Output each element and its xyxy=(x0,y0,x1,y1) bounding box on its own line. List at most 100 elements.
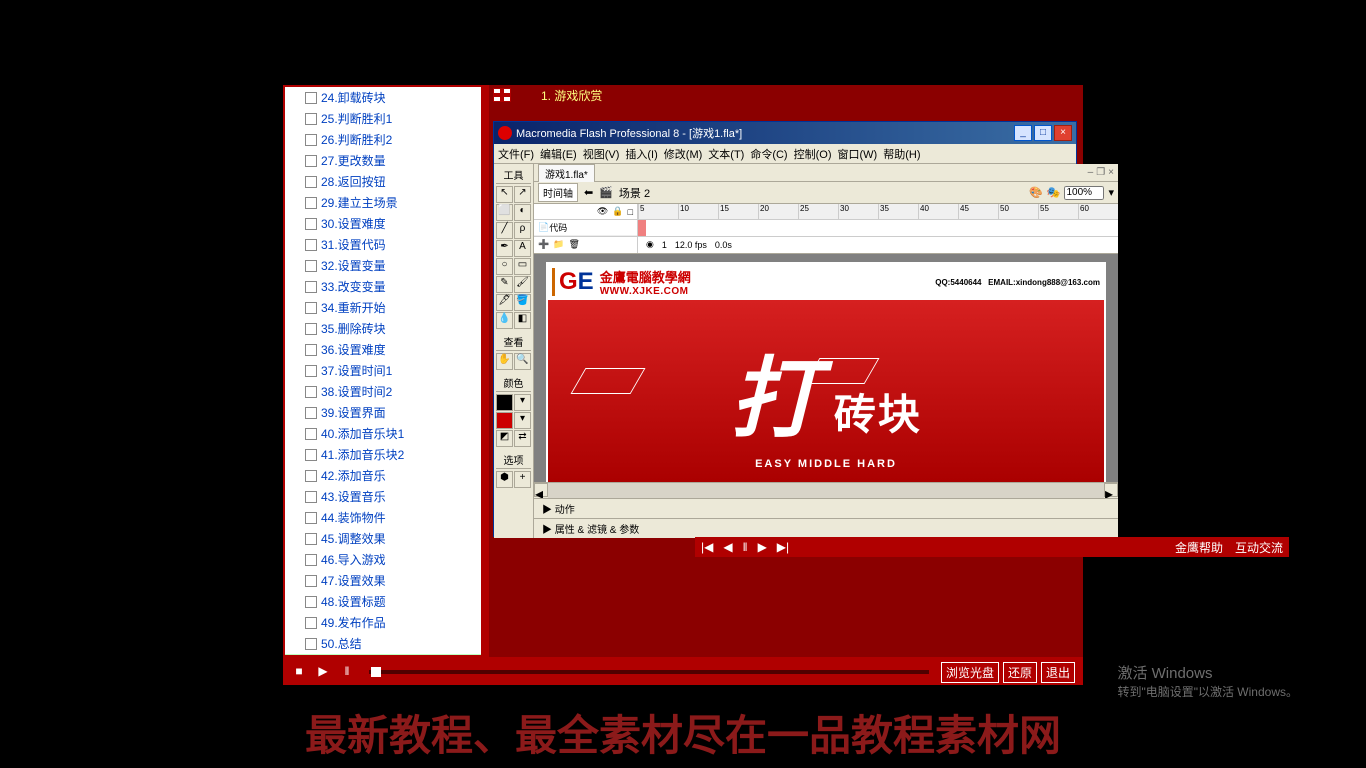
sidebar-item[interactable]: 29.建立主场景 xyxy=(285,192,481,213)
window-titlebar[interactable]: Macromedia Flash Professional 8 - [游戏1.f… xyxy=(494,122,1076,144)
tool-panel[interactable]: 工具 ↖ ↗ ⬜ ◐ ╱ ρ ✒ A ○ ▭ ✎ 🖌 🖋 xyxy=(494,164,534,538)
playhead[interactable] xyxy=(638,220,646,236)
maximize-button[interactable]: □ xyxy=(1034,125,1052,141)
browse-disc-button[interactable]: 浏览光盘 xyxy=(941,662,999,683)
doc-close-button[interactable]: × xyxy=(1108,167,1114,178)
chapter-row[interactable]: ▶ 第二章：丘比特之箭 xyxy=(285,654,481,657)
line-tool[interactable]: ╱ xyxy=(496,222,513,239)
sidebar-item[interactable]: 30.设置难度 xyxy=(285,213,481,234)
edit-scene-icon[interactable]: 🎨 xyxy=(1029,186,1043,199)
outline-icon[interactable]: □ xyxy=(628,207,633,217)
sidebar-item[interactable]: 40.添加音乐块1 xyxy=(285,423,481,444)
eraser-tool[interactable]: ◧ xyxy=(514,312,531,329)
rect-tool[interactable]: ▭ xyxy=(514,258,531,275)
timeline[interactable]: 👁 🔒 □ 📄 代码 ➕ 📁 🗑 xyxy=(534,204,1118,254)
stage-canvas[interactable]: GE 金鷹電腦教學網 WWW.XJKE.COM QQ:5440644 EMAIL… xyxy=(534,254,1118,482)
subselect-tool[interactable]: ↗ xyxy=(514,186,531,203)
smooth-option[interactable]: + xyxy=(514,471,531,488)
sidebar-item[interactable]: 45.调整效果 xyxy=(285,528,481,549)
default-colors[interactable]: ◩ xyxy=(496,430,513,447)
lesson-sidebar[interactable]: 24.卸载砖块25.判断胜利126.判断胜利227.更改数量28.返回按钮29.… xyxy=(283,85,483,657)
stroke-picker[interactable]: ▾ xyxy=(514,394,531,411)
sidebar-item[interactable]: 48.设置标题 xyxy=(285,591,481,612)
document-tab[interactable]: 游戏1.fla* xyxy=(538,164,595,182)
sidebar-item[interactable]: 34.重新开始 xyxy=(285,297,481,318)
sidebar-item[interactable]: 28.返回按钮 xyxy=(285,171,481,192)
menu-item[interactable]: 插入(I) xyxy=(625,146,657,162)
sidebar-item[interactable]: 24.卸载砖块 xyxy=(285,87,481,108)
hand-tool[interactable]: ✋ xyxy=(496,353,513,370)
stroke-color[interactable] xyxy=(496,394,513,411)
menu-item[interactable]: 文件(F) xyxy=(498,146,534,162)
zoom-input[interactable] xyxy=(1064,186,1104,200)
free-transform-tool[interactable]: ⬜ xyxy=(496,204,513,221)
frame-track[interactable] xyxy=(638,220,1118,236)
menu-item[interactable]: 帮助(H) xyxy=(883,146,920,162)
next-button[interactable]: ▶ xyxy=(758,540,767,554)
doc-min-button[interactable]: – xyxy=(1088,167,1094,178)
scroll-right-button[interactable]: ▸ xyxy=(1104,483,1118,497)
scene-name[interactable]: 场景 2 xyxy=(619,185,650,201)
lock-icon[interactable]: 🔒 xyxy=(612,206,623,217)
help-link[interactable]: 金鹰帮助 xyxy=(1175,539,1223,556)
sidebar-item[interactable]: 33.改变变量 xyxy=(285,276,481,297)
delete-layer-icon[interactable]: 🗑 xyxy=(568,239,579,250)
menu-bar[interactable]: 文件(F)编辑(E)视图(V)插入(I)修改(M)文本(T)命令(C)控制(O)… xyxy=(494,144,1076,164)
difficulty-options[interactable]: EASY MIDDLE HARD xyxy=(548,458,1104,470)
eyedropper-tool[interactable]: 💧 xyxy=(496,312,513,329)
sidebar-item[interactable]: 25.判断胜利1 xyxy=(285,108,481,129)
swap-colors[interactable]: ⇄ xyxy=(514,430,531,447)
sidebar-item[interactable]: 46.导入游戏 xyxy=(285,549,481,570)
sidebar-item[interactable]: 44.装饰物件 xyxy=(285,507,481,528)
pause2-button[interactable]: ‖ xyxy=(337,664,357,680)
eye-icon[interactable]: 👁 xyxy=(597,206,608,217)
menu-item[interactable]: 窗口(W) xyxy=(838,146,878,162)
sidebar-item[interactable]: 32.设置变量 xyxy=(285,255,481,276)
stop-button[interactable]: ■ xyxy=(289,664,309,680)
exit-button[interactable]: 退出 xyxy=(1041,662,1075,683)
prev-button[interactable]: ◀ xyxy=(723,540,732,554)
snap-option[interactable]: ⬢ xyxy=(496,471,513,488)
add-folder-icon[interactable]: 📁 xyxy=(553,239,564,250)
sidebar-item[interactable]: 39.设置界面 xyxy=(285,402,481,423)
sidebar-item[interactable]: 37.设置时间1 xyxy=(285,360,481,381)
sidebar-item[interactable]: 41.添加音乐块2 xyxy=(285,444,481,465)
lasso-tool[interactable]: ρ xyxy=(514,222,531,239)
slider-handle[interactable] xyxy=(371,667,381,677)
first-button[interactable]: |◀ xyxy=(701,540,713,554)
text-tool[interactable]: A xyxy=(514,240,531,257)
sidebar-item[interactable]: 35.删除砖块 xyxy=(285,318,481,339)
sidebar-item[interactable]: 49.发布作品 xyxy=(285,612,481,633)
menu-item[interactable]: 视图(V) xyxy=(583,146,620,162)
close-button[interactable]: × xyxy=(1054,125,1072,141)
sidebar-item[interactable]: 36.设置难度 xyxy=(285,339,481,360)
onion-skin-icon[interactable]: ◉ xyxy=(646,239,654,250)
horizontal-scrollbar[interactable]: ◂ ▸ xyxy=(534,482,1118,498)
doc-restore-button[interactable]: ❐ xyxy=(1096,167,1105,178)
zoom-tool[interactable]: 🔍 xyxy=(514,353,531,370)
menu-item[interactable]: 修改(M) xyxy=(664,146,703,162)
ink-tool[interactable]: 🖋 xyxy=(496,294,513,311)
gradient-tool[interactable]: ◐ xyxy=(514,204,531,221)
timeline-toggle[interactable]: 时间轴 xyxy=(538,183,578,202)
bucket-tool[interactable]: 🪣 xyxy=(514,294,531,311)
menu-item[interactable]: 控制(O) xyxy=(794,146,832,162)
selection-tool[interactable]: ↖ xyxy=(496,186,513,203)
brush-tool[interactable]: 🖌 xyxy=(514,276,531,293)
exchange-link[interactable]: 互动交流 xyxy=(1235,539,1283,556)
fill-color[interactable] xyxy=(496,412,513,429)
edit-symbols-icon[interactable]: 🎭 xyxy=(1047,186,1061,199)
sidebar-item[interactable]: 42.添加音乐 xyxy=(285,465,481,486)
last-button[interactable]: ▶| xyxy=(777,540,789,554)
menu-item[interactable]: 文本(T) xyxy=(708,146,744,162)
sidebar-item[interactable]: 43.设置音乐 xyxy=(285,486,481,507)
pen-tool[interactable]: ✒ xyxy=(496,240,513,257)
sidebar-item[interactable]: 27.更改数量 xyxy=(285,150,481,171)
arrow-back-icon[interactable]: ⬅ xyxy=(584,186,593,199)
scroll-left-button[interactable]: ◂ xyxy=(534,483,548,497)
fill-picker[interactable]: ▾ xyxy=(514,412,531,429)
pause-button[interactable]: ‖ xyxy=(743,540,748,554)
add-layer-icon[interactable]: ➕ xyxy=(538,239,549,250)
actions-panel[interactable]: ▶ 动作 xyxy=(534,498,1118,518)
restore-button[interactable]: 还原 xyxy=(1003,662,1037,683)
